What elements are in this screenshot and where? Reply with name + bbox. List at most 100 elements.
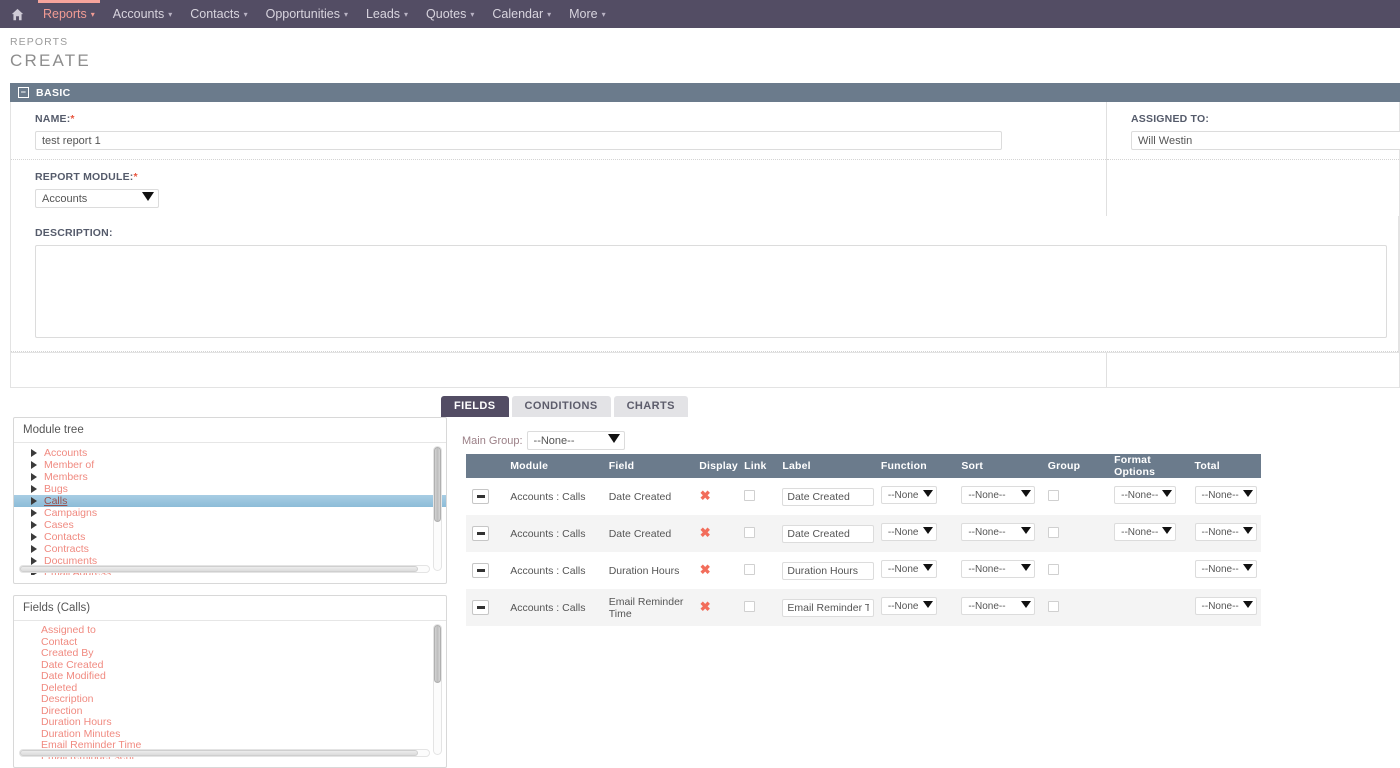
cell-function: --None: [875, 552, 955, 589]
assigned-to-input[interactable]: [1131, 131, 1400, 150]
assigned-to-field-row: ASSIGNED TO:: [1107, 102, 1400, 160]
group-checkbox[interactable]: [1048, 564, 1059, 575]
main-group-select[interactable]: --None--: [527, 431, 625, 450]
description-textarea[interactable]: [35, 245, 1387, 338]
total-select[interactable]: --None--: [1195, 560, 1257, 578]
collapse-icon[interactable]: −: [18, 87, 29, 98]
triangle-right-icon: [31, 557, 37, 565]
function-select[interactable]: --None: [881, 523, 937, 541]
fields-list-scroll-area[interactable]: Assigned to Contact Created By Date Crea…: [14, 621, 446, 759]
total-select[interactable]: --None--: [1195, 523, 1257, 541]
report-module-select[interactable]: Accounts: [35, 189, 159, 208]
x-icon[interactable]: ✖: [699, 601, 711, 613]
remove-field-button[interactable]: [472, 600, 489, 615]
total-select[interactable]: --None--: [1195, 597, 1257, 615]
remove-field-button[interactable]: [472, 526, 489, 541]
x-icon[interactable]: ✖: [699, 564, 711, 576]
nav-item-contacts[interactable]: Contacts▾: [181, 0, 256, 28]
triangle-right-icon: [31, 485, 37, 493]
link-checkbox[interactable]: [744, 527, 755, 538]
list-item[interactable]: Date Modified: [14, 671, 446, 683]
cell-field: Date Created: [603, 478, 693, 515]
list-item[interactable]: Description: [14, 694, 446, 706]
nav-item-leads[interactable]: Leads▾: [357, 0, 417, 28]
scrollbar-thumb[interactable]: [434, 447, 441, 522]
list-item[interactable]: Duration Hours: [14, 717, 446, 729]
cell-display: ✖: [693, 552, 738, 589]
remove-field-button[interactable]: [472, 563, 489, 578]
home-icon[interactable]: [0, 8, 34, 21]
tab-charts[interactable]: CHARTS: [614, 396, 688, 417]
tree-item-member-of[interactable]: Member of: [14, 459, 446, 471]
nav-item-label: Calendar: [492, 7, 543, 21]
triangle-right-icon: [31, 497, 37, 505]
chevron-down-icon: ▾: [470, 1, 474, 29]
link-checkbox[interactable]: [744, 601, 755, 612]
tree-item-contracts[interactable]: Contracts: [14, 543, 446, 555]
table-row: Accounts : Calls Date Created ✖ --None -…: [466, 515, 1261, 552]
tab-conditions[interactable]: CONDITIONS: [512, 396, 611, 417]
minus-icon: [477, 532, 485, 535]
link-checkbox[interactable]: [744, 564, 755, 575]
nav-item-accounts[interactable]: Accounts▾: [104, 0, 181, 28]
list-item[interactable]: Created By: [14, 648, 446, 660]
function-select[interactable]: --None: [881, 560, 937, 578]
module-tree-vertical-scrollbar[interactable]: [433, 446, 442, 571]
function-select[interactable]: --None: [881, 486, 937, 504]
module-tree-scroll-area[interactable]: Accounts Member of Members Bugs Calls Ca…: [14, 443, 446, 575]
group-checkbox[interactable]: [1048, 527, 1059, 538]
tree-item-calls[interactable]: Calls: [14, 495, 446, 507]
nav-item-reports[interactable]: Reports▾: [34, 0, 104, 28]
fields-list-horizontal-scrollbar[interactable]: [19, 749, 430, 757]
function-select[interactable]: --None: [881, 597, 937, 615]
triangle-right-icon: [31, 473, 37, 481]
tree-item-members[interactable]: Members: [14, 471, 446, 483]
nav-item-quotes[interactable]: Quotes▾: [417, 0, 483, 28]
nav-item-opportunities[interactable]: Opportunities▾: [257, 0, 357, 28]
name-input[interactable]: [35, 131, 1002, 150]
remove-field-button[interactable]: [472, 489, 489, 504]
group-checkbox[interactable]: [1048, 601, 1059, 612]
required-marker: *: [133, 171, 137, 183]
basic-panel-header[interactable]: − BASIC: [10, 83, 1400, 102]
format-options-select[interactable]: --None--: [1114, 523, 1176, 541]
tree-item-campaigns[interactable]: Campaigns: [14, 507, 446, 519]
scrollbar-thumb[interactable]: [20, 566, 418, 572]
row-handle-cell: [466, 515, 504, 552]
tree-item-accounts[interactable]: Accounts: [14, 447, 446, 459]
label-input[interactable]: [782, 488, 874, 506]
scrollbar-thumb[interactable]: [20, 750, 418, 756]
list-item[interactable]: Assigned to: [14, 625, 446, 637]
nav-item-calendar[interactable]: Calendar ▾: [483, 0, 560, 28]
fields-list-vertical-scrollbar[interactable]: [433, 624, 442, 755]
report-module-field-row: REPORT MODULE:* Accounts: [11, 160, 1106, 221]
cell-group: [1042, 589, 1108, 626]
format-options-select[interactable]: --None--: [1114, 486, 1176, 504]
sort-select[interactable]: --None--: [961, 486, 1035, 504]
scrollbar-thumb[interactable]: [434, 625, 441, 683]
tab-fields[interactable]: FIELDS: [441, 396, 509, 417]
nav-item-more[interactable]: More▾: [560, 0, 615, 28]
triangle-right-icon: [31, 533, 37, 541]
label-input[interactable]: [782, 599, 874, 617]
chevron-down-icon: ▾: [168, 1, 172, 29]
module-tree-horizontal-scrollbar[interactable]: [19, 565, 430, 573]
group-checkbox[interactable]: [1048, 490, 1059, 501]
total-select[interactable]: --None--: [1195, 486, 1257, 504]
sort-select[interactable]: --None--: [961, 560, 1035, 578]
tree-item-label: Accounts: [44, 447, 87, 459]
cell-function: --None: [875, 589, 955, 626]
x-icon[interactable]: ✖: [699, 490, 711, 502]
chevron-down-icon: ▾: [547, 1, 551, 29]
tree-item-cases[interactable]: Cases: [14, 519, 446, 531]
x-icon[interactable]: ✖: [699, 527, 711, 539]
sort-select[interactable]: --None--: [961, 597, 1035, 615]
column-header-group: Group: [1042, 454, 1108, 478]
tree-item-contacts[interactable]: Contacts: [14, 531, 446, 543]
cell-group: [1042, 515, 1108, 552]
label-input[interactable]: [782, 525, 874, 543]
label-input[interactable]: [782, 562, 874, 580]
tree-item-bugs[interactable]: Bugs: [14, 483, 446, 495]
link-checkbox[interactable]: [744, 490, 755, 501]
sort-select[interactable]: --None--: [961, 523, 1035, 541]
